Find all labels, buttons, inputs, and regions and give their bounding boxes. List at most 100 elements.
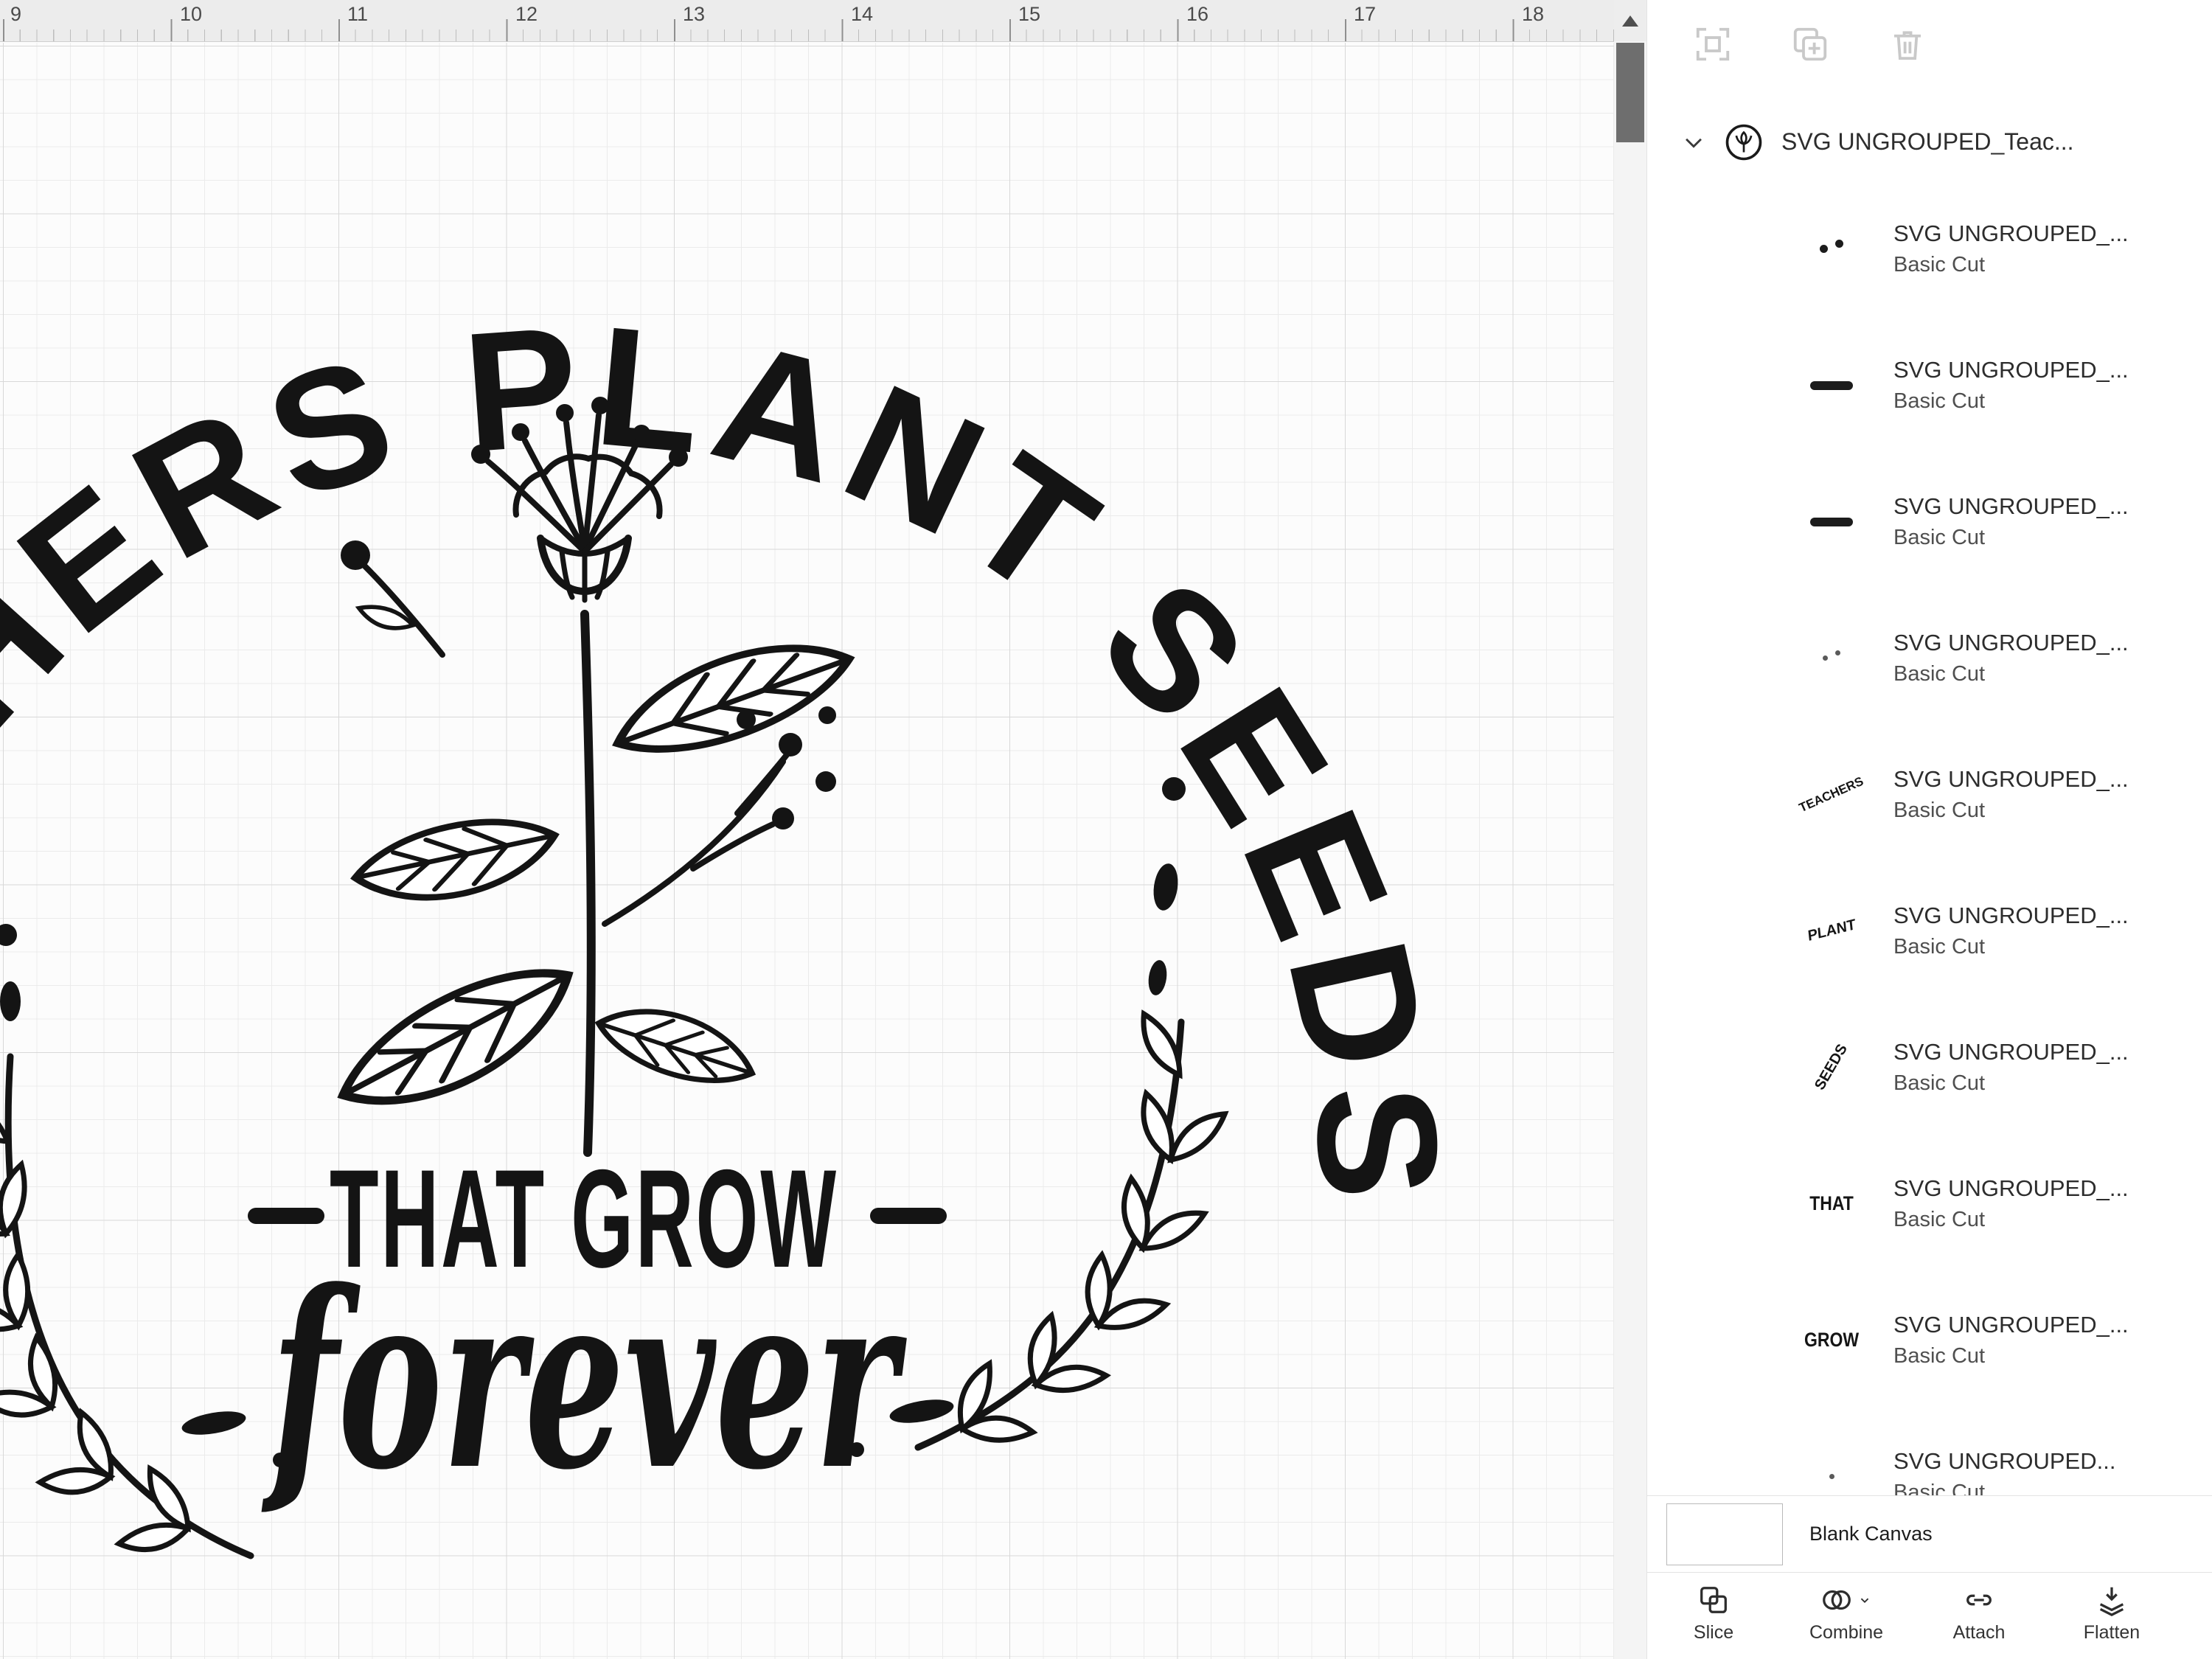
layer-thumbnail: SEEDS bbox=[1787, 1041, 1876, 1093]
design-artwork[interactable]: TEACHERS PLANT SEEDS bbox=[0, 43, 1614, 1659]
layer-item[interactable]: SVG UNGROUPED_... Basic Cut bbox=[1647, 453, 2212, 590]
flatten-button[interactable]: Flatten bbox=[2045, 1583, 2178, 1659]
left-dash bbox=[248, 1208, 324, 1224]
layer-thumbnail bbox=[1787, 517, 1876, 526]
flatten-label: Flatten bbox=[2083, 1622, 2140, 1643]
combine-button[interactable]: Combine bbox=[1780, 1583, 1913, 1659]
layer-item[interactable]: SEEDS SVG UNGROUPED_... Basic Cut bbox=[1647, 999, 2212, 1135]
vertical-scrollbar-thumb[interactable] bbox=[1616, 43, 1644, 142]
layer-cut-type: Basic Cut bbox=[1893, 252, 1986, 276]
layer-item[interactable]: SVG UNGROUPED... Basic Cut bbox=[1647, 1408, 2212, 1495]
attach-button[interactable]: Attach bbox=[1913, 1583, 2045, 1659]
layer-item[interactable]: SVG UNGROUPED_... Basic Cut bbox=[1647, 181, 2212, 317]
dot-shape bbox=[1835, 650, 1840, 655]
layer-name: SVG UNGROUPED_... bbox=[1893, 1039, 2129, 1065]
layer-cut-type: Basic Cut bbox=[1893, 1071, 1986, 1095]
svg-group-thumbnail-icon bbox=[1725, 124, 1762, 160]
layer-item[interactable]: SVG UNGROUPED_... Basic Cut bbox=[1647, 317, 2212, 453]
dot-shape bbox=[1823, 655, 1828, 661]
delete-icon[interactable] bbox=[1888, 24, 1927, 64]
combine-icon bbox=[1823, 1590, 1851, 1610]
slice-button[interactable]: Slice bbox=[1647, 1583, 1780, 1659]
canvas-grid[interactable]: TEACHERS PLANT SEEDS bbox=[0, 43, 1614, 1659]
ruler-tick-label: 11 bbox=[347, 3, 369, 25]
blank-canvas-row[interactable]: Blank Canvas bbox=[1647, 1495, 2212, 1572]
layer-name: SVG UNGROUPED... bbox=[1893, 1448, 2116, 1475]
layer-name: SVG UNGROUPED_... bbox=[1893, 357, 2129, 383]
layer-cut-type: Basic Cut bbox=[1893, 1480, 1986, 1495]
layer-thumbnail: PLANT bbox=[1787, 917, 1876, 945]
up-arrow-icon bbox=[1622, 15, 1638, 27]
laurel-left-branch bbox=[0, 1053, 254, 1559]
dash-shape bbox=[1810, 380, 1853, 390]
layer-name: SVG UNGROUPED_... bbox=[1893, 220, 2129, 247]
dot-shape bbox=[1829, 1474, 1834, 1479]
layer-group-label: SVG UNGROUPED_Teac... bbox=[1781, 128, 2074, 155]
layer-cut-type: Basic Cut bbox=[1893, 798, 1986, 822]
layer-cut-type: Basic Cut bbox=[1893, 389, 1986, 413]
layer-cut-type: Basic Cut bbox=[1893, 525, 1986, 549]
chevron-down-icon[interactable] bbox=[1681, 130, 1706, 155]
combine-label: Combine bbox=[1809, 1622, 1884, 1643]
attach-label: Attach bbox=[1952, 1622, 2006, 1643]
ruler-tick-label: 10 bbox=[180, 3, 203, 25]
canvas-vertical-scrollbar[interactable] bbox=[1614, 0, 1646, 1659]
contour-button[interactable]: Co bbox=[2178, 1583, 2212, 1659]
ruler-tick-label: 17 bbox=[1354, 3, 1377, 25]
scroll-up-button[interactable] bbox=[1614, 0, 1646, 41]
layers-panel-toolbar bbox=[1647, 0, 2212, 88]
layer-item[interactable]: SVG UNGROUPED_... Basic Cut bbox=[1647, 590, 2212, 726]
layer-name: SVG UNGROUPED_... bbox=[1893, 1175, 2129, 1202]
chevron-down-icon[interactable] bbox=[1857, 1592, 1873, 1608]
layers-bottom-toolbar: Slice Combine Attach Flatten bbox=[1647, 1572, 2212, 1659]
layer-item[interactable]: TEACHERS SVG UNGROUPED_... Basic Cut bbox=[1647, 726, 2212, 863]
dot-shape bbox=[1835, 240, 1843, 248]
layer-thumbnail: THAT bbox=[1787, 1192, 1876, 1214]
dash-shape bbox=[1810, 517, 1853, 526]
ruler-tick-label: 14 bbox=[851, 3, 874, 25]
layer-item[interactable]: GROW SVG UNGROUPED_... Basic Cut bbox=[1647, 1272, 2212, 1408]
layer-cut-type: Basic Cut bbox=[1893, 1207, 1986, 1231]
layer-group-row[interactable]: SVG UNGROUPED_Teac... bbox=[1647, 103, 2212, 181]
ruler-tick-label: 15 bbox=[1018, 3, 1041, 25]
layer-name: SVG UNGROUPED_... bbox=[1893, 902, 2129, 929]
attach-icon bbox=[1966, 1594, 1992, 1606]
thumbnail-text: PLANT bbox=[1806, 916, 1857, 945]
horizontal-ruler: 9 10 11 12 13 14 15 16 17 18 bbox=[0, 0, 1614, 42]
dot-shape bbox=[1820, 245, 1828, 253]
thumbnail-text: SEEDS bbox=[1812, 1041, 1851, 1093]
ruler-tick-label: 13 bbox=[683, 3, 706, 25]
duplicate-icon[interactable] bbox=[1790, 24, 1830, 64]
layer-thumbnail: GROW bbox=[1787, 1329, 1876, 1351]
bottom-script-text: forever bbox=[261, 1237, 908, 1523]
ruler-tick-label: 12 bbox=[515, 3, 538, 25]
layer-item[interactable]: THAT SVG UNGROUPED_... Basic Cut bbox=[1647, 1135, 2212, 1272]
layer-thumbnail bbox=[1787, 240, 1876, 253]
layer-thumbnail bbox=[1787, 650, 1876, 661]
layers-list: SVG UNGROUPED_Teac... SVG UNGROUPED_... … bbox=[1647, 88, 2212, 1495]
thumbnail-text: THAT bbox=[1809, 1192, 1854, 1214]
group-icon[interactable] bbox=[1693, 24, 1733, 64]
layer-thumbnail bbox=[1787, 1474, 1876, 1479]
ruler-tick-label: 9 bbox=[10, 3, 22, 25]
layers-panel: SVG UNGROUPED_Teac... SVG UNGROUPED_... … bbox=[1646, 0, 2212, 1659]
layer-cut-type: Basic Cut bbox=[1893, 1343, 1986, 1368]
layer-cut-type: Basic Cut bbox=[1893, 661, 1986, 686]
ruler-tick-label: 16 bbox=[1186, 3, 1209, 25]
canvas-area: 9 10 11 12 13 14 15 16 17 18 ERS PLANT S… bbox=[0, 0, 1646, 1659]
slice-label: Slice bbox=[1693, 1622, 1734, 1643]
right-dash bbox=[870, 1208, 947, 1224]
layer-name: SVG UNGROUPED_... bbox=[1893, 630, 2129, 656]
layer-item[interactable]: PLANT SVG UNGROUPED_... Basic Cut bbox=[1647, 863, 2212, 999]
ruler-tick-label: 18 bbox=[1522, 3, 1545, 25]
layer-name: SVG UNGROUPED_... bbox=[1893, 1312, 2129, 1338]
flower-illustration bbox=[326, 397, 860, 1157]
blank-canvas-thumbnail bbox=[1666, 1503, 1783, 1565]
layer-name: SVG UNGROUPED_... bbox=[1893, 493, 2129, 520]
design-space-app: 9 10 11 12 13 14 15 16 17 18 ERS PLANT S… bbox=[0, 0, 2212, 1659]
layer-cut-type: Basic Cut bbox=[1893, 934, 1986, 959]
layer-thumbnail bbox=[1787, 380, 1876, 390]
blank-canvas-label: Blank Canvas bbox=[1809, 1523, 1933, 1545]
layer-thumbnail: TEACHERS bbox=[1787, 773, 1876, 814]
laurel-right-branch bbox=[914, 1009, 1231, 1451]
